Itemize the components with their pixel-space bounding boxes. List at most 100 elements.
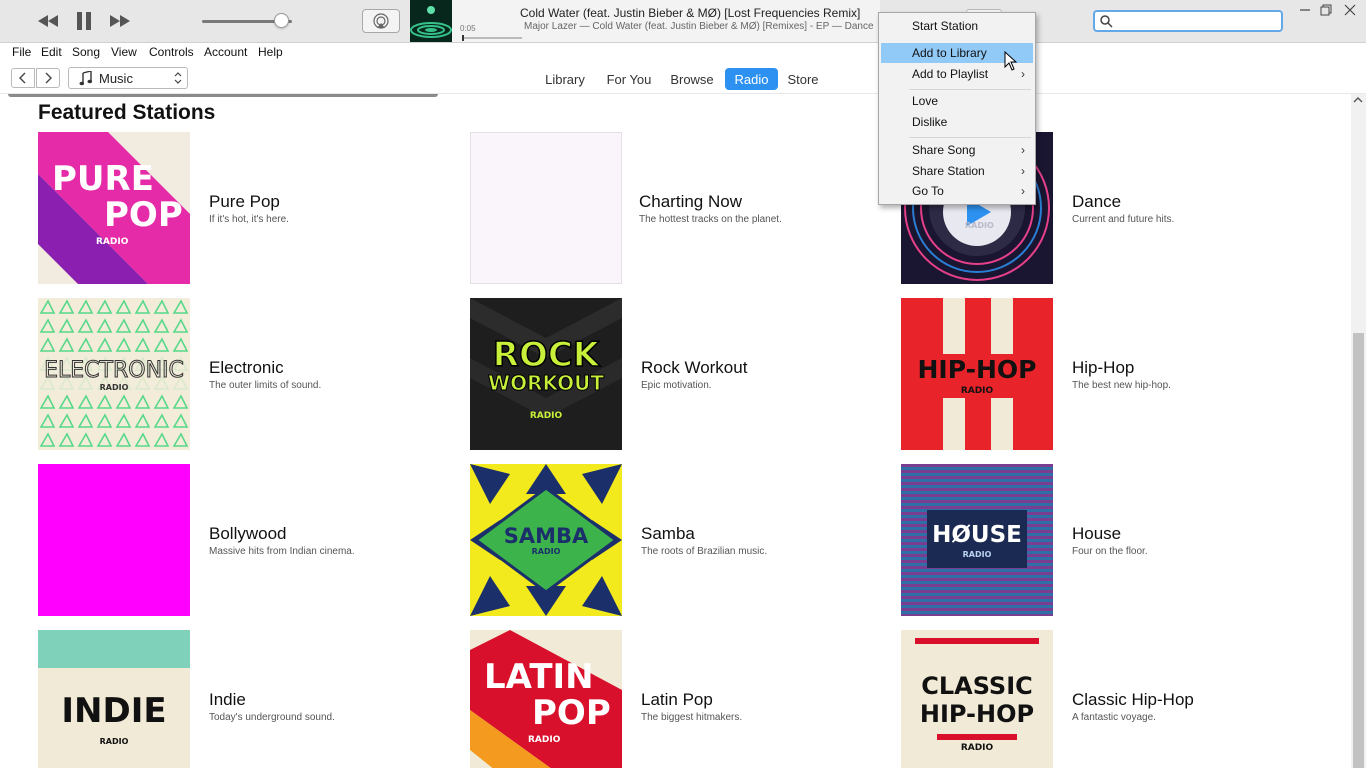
- station-name: Classic Hip-Hop: [1072, 690, 1194, 709]
- song-title: Cold Water (feat. Justin Bieber & MØ) [L…: [520, 6, 861, 20]
- station-description: If it's hot, it's here.: [209, 214, 289, 225]
- menu-item-love[interactable]: Love: [881, 91, 1033, 111]
- station-name: Hip-Hop: [1072, 358, 1135, 377]
- album-art[interactable]: [410, 0, 452, 42]
- station-bollywood[interactable]: Bollywood Massive hits from Indian cinem…: [38, 464, 458, 616]
- menu-item-dislike[interactable]: Dislike: [881, 112, 1033, 132]
- close-icon: [1344, 4, 1356, 16]
- player-bar: 0:05 Cold Water (feat. Justin Bieber & M…: [0, 0, 1366, 43]
- chevron-right-icon: ›: [1021, 67, 1025, 81]
- menu-item-share-song[interactable]: Share Song ›: [881, 140, 1033, 160]
- scroll-up-icon[interactable]: [1353, 96, 1363, 104]
- station-name: Electronic: [209, 358, 284, 377]
- updown-chevron-icon: [174, 72, 182, 84]
- station-indie[interactable]: INDIE RADIO Indie Today's underground so…: [38, 630, 458, 768]
- station-charting-now[interactable]: Charting Now The hottest tracks on the p…: [470, 132, 890, 284]
- media-kind-selector[interactable]: Music: [68, 67, 188, 89]
- elapsed-time: 0:05: [460, 24, 476, 33]
- station-name: Rock Workout: [641, 358, 748, 377]
- cover-text: RADIO: [961, 743, 994, 753]
- navigation-bar: Music Library For You Browse Radio Store: [0, 62, 1366, 94]
- airplay-button[interactable]: [362, 9, 400, 33]
- station-name: Latin Pop: [641, 690, 713, 709]
- search-field[interactable]: [1093, 10, 1283, 32]
- station-cover[interactable]: ELECTRONIC RADIO: [38, 298, 190, 450]
- station-hip-hop[interactable]: HIP-HOP RADIO Hip-Hop The best new hip-h…: [901, 298, 1321, 450]
- close-button[interactable]: [1340, 2, 1360, 18]
- station-name: Bollywood: [209, 524, 287, 543]
- volume-knob[interactable]: [274, 13, 290, 28]
- station-description: A fantastic voyage.: [1072, 712, 1156, 723]
- station-cover[interactable]: HIP-HOP RADIO: [901, 298, 1053, 450]
- station-cover[interactable]: PURE POP RADIO: [38, 132, 190, 284]
- pause-button[interactable]: [70, 8, 98, 34]
- station-electronic[interactable]: ELECTRONIC RADIO Electronic The outer li…: [38, 298, 458, 450]
- tab-browse[interactable]: Browse: [666, 68, 718, 90]
- latin-pop-artwork: LATIN POP RADIO: [470, 630, 622, 768]
- scrollbar-thumb[interactable]: [1353, 333, 1364, 768]
- pause-icon: [77, 12, 91, 30]
- progress-track[interactable]: [462, 37, 522, 39]
- chevron-right-icon: ›: [1021, 164, 1025, 178]
- menu-item-label: Start Station: [912, 19, 979, 33]
- itunes-window: 0:05 Cold Water (feat. Justin Bieber & M…: [0, 0, 1366, 768]
- station-cover[interactable]: CLASSIC HIP-HOP RADIO: [901, 630, 1053, 768]
- back-button[interactable]: [11, 68, 35, 88]
- song-subtitle: Major Lazer — Cold Water (feat. Justin B…: [524, 21, 874, 32]
- search-input[interactable]: [1117, 13, 1277, 29]
- chevron-right-icon: ›: [1021, 184, 1025, 198]
- samba-artwork: SAMBA RADIO: [470, 464, 622, 616]
- menu-file[interactable]: File: [12, 45, 31, 59]
- station-cover[interactable]: INDIE RADIO: [38, 630, 190, 768]
- station-pure-pop[interactable]: PURE POP RADIO Pure Pop If it's hot, it'…: [38, 132, 458, 284]
- menu-song[interactable]: Song: [72, 45, 100, 59]
- menu-item-share-station[interactable]: Share Station ›: [881, 161, 1033, 181]
- cover-text: RADIO: [961, 386, 994, 396]
- indie-artwork: INDIE RADIO: [38, 630, 190, 768]
- station-house[interactable]: HØUSE RADIO House Four on the floor.: [901, 464, 1321, 616]
- music-note-icon: [79, 71, 93, 86]
- cover-text: HØUSE: [932, 522, 1022, 548]
- chevron-right-icon: ›: [1021, 143, 1025, 157]
- menu-item-go-to[interactable]: Go To ›: [881, 181, 1033, 201]
- station-rock-workout[interactable]: ROCK WORKOUT RADIO Rock Workout Epic mot…: [470, 298, 890, 450]
- menu-account[interactable]: Account: [204, 45, 247, 59]
- cover-text: ELECTRONIC: [44, 358, 184, 383]
- shelf-divider: [8, 94, 438, 97]
- station-description: The hottest tracks on the planet.: [639, 214, 782, 225]
- station-description: Four on the floor.: [1072, 546, 1148, 557]
- station-cover[interactable]: [470, 132, 622, 284]
- station-name: Charting Now: [639, 192, 742, 211]
- chevron-right-icon: [45, 72, 52, 84]
- minimize-icon: [1300, 9, 1310, 11]
- menu-help[interactable]: Help: [258, 45, 283, 59]
- progress-playhead[interactable]: [462, 35, 464, 41]
- menu-controls[interactable]: Controls: [149, 45, 194, 59]
- minimize-button[interactable]: [1295, 2, 1315, 18]
- station-cover[interactable]: SAMBA RADIO: [470, 464, 622, 616]
- station-cover[interactable]: LATIN POP RADIO: [470, 630, 622, 768]
- next-button[interactable]: [106, 8, 134, 34]
- tab-for-you[interactable]: For You: [601, 68, 657, 90]
- tab-store[interactable]: Store: [784, 68, 822, 90]
- station-cover[interactable]: ROCK WORKOUT RADIO: [470, 298, 622, 450]
- restore-button[interactable]: [1316, 2, 1336, 18]
- menu-view[interactable]: View: [111, 45, 137, 59]
- cover-text: CLASSIC: [921, 672, 1033, 700]
- cover-text: RADIO: [100, 383, 129, 392]
- tab-radio[interactable]: Radio: [725, 68, 778, 90]
- rock-workout-artwork: ROCK WORKOUT RADIO: [470, 298, 622, 450]
- station-cover[interactable]: [38, 464, 190, 616]
- menu-edit[interactable]: Edit: [41, 45, 62, 59]
- cover-text: LATIN: [484, 657, 594, 697]
- cover-text: RADIO: [96, 237, 129, 247]
- previous-button[interactable]: [34, 8, 62, 34]
- station-latin-pop[interactable]: LATIN POP RADIO Latin Pop The biggest hi…: [470, 630, 890, 768]
- forward-button[interactable]: [36, 68, 60, 88]
- menu-item-start-station[interactable]: Start Station: [881, 16, 1033, 36]
- station-samba[interactable]: SAMBA RADIO Samba The roots of Brazilian…: [470, 464, 890, 616]
- cover-text: RADIO: [963, 550, 992, 559]
- station-cover[interactable]: HØUSE RADIO: [901, 464, 1053, 616]
- station-classic-hip-hop[interactable]: CLASSIC HIP-HOP RADIO Classic Hip-Hop A …: [901, 630, 1321, 768]
- tab-library[interactable]: Library: [538, 68, 592, 90]
